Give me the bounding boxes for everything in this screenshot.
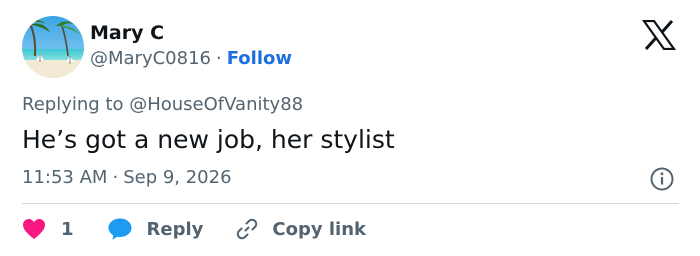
tweet-time[interactable]: 11:53 AM xyxy=(22,167,107,188)
action-bar: 1 Reply Copy link xyxy=(22,216,366,242)
like-button[interactable]: 1 xyxy=(22,218,74,240)
reply-mention-link[interactable]: @HouseOfVanity88 xyxy=(129,94,303,115)
replying-to-label: Replying to xyxy=(22,94,124,115)
divider xyxy=(22,203,679,204)
author-name[interactable]: Mary C xyxy=(90,21,164,45)
tweet-embed-card: Mary C @MaryC0816 · Follow Replying to @Ho… xyxy=(0,0,700,256)
tweet-date[interactable]: Sep 9, 2026 xyxy=(123,167,231,188)
reply-button[interactable]: Reply xyxy=(107,217,204,241)
author-handle-row: @MaryC0816 · Follow xyxy=(90,47,292,71)
info-icon[interactable] xyxy=(649,166,675,192)
heart-icon xyxy=(23,219,45,239)
like-count: 1 xyxy=(61,218,74,240)
reply-label: Reply xyxy=(146,218,204,240)
x-logo-icon[interactable] xyxy=(641,19,677,51)
separator-dot: · xyxy=(112,167,119,188)
timestamp-row[interactable]: 11:53 AM · Sep 9, 2026 xyxy=(22,166,232,190)
follow-button[interactable]: Follow xyxy=(227,48,292,69)
reply-context: Replying to @HouseOfVanity88 xyxy=(22,93,303,117)
separator-dot: · xyxy=(216,48,222,69)
copy-link-button[interactable]: Copy link xyxy=(235,217,366,241)
beach-avatar-image xyxy=(22,16,84,78)
speech-bubble-icon xyxy=(108,218,132,240)
copy-link-label: Copy link xyxy=(272,218,366,240)
author-handle[interactable]: @MaryC0816 xyxy=(90,48,211,69)
avatar[interactable] xyxy=(22,16,84,78)
tweet-text: He’s got a new job, her stylist xyxy=(22,125,395,154)
link-icon xyxy=(237,218,258,240)
